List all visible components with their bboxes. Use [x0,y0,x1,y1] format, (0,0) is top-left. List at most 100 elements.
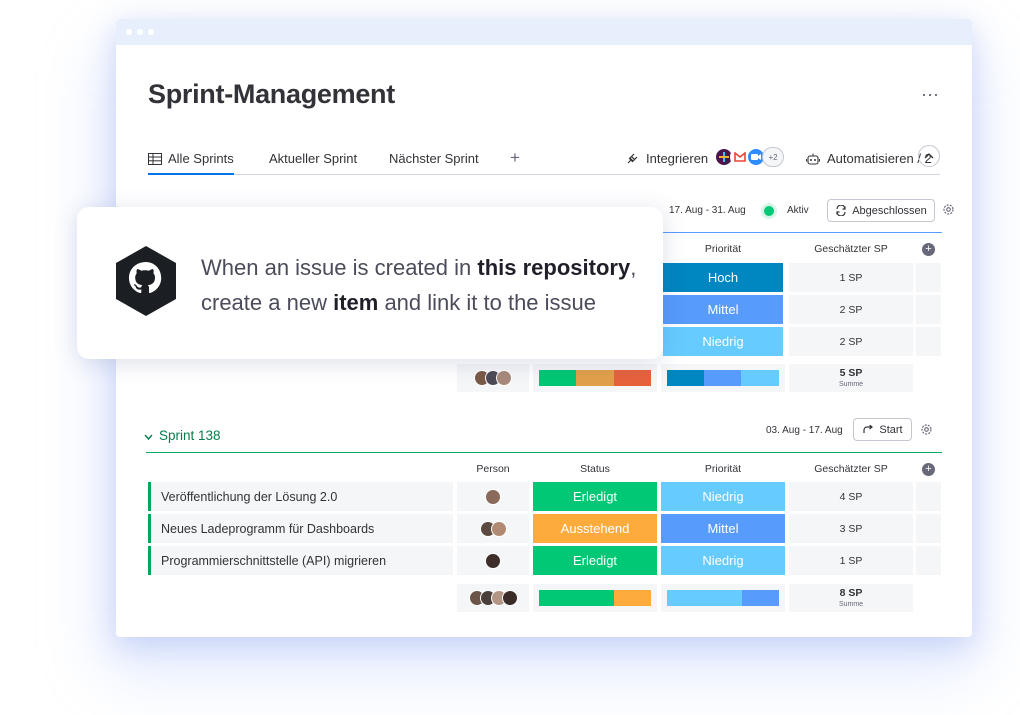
status-cell[interactable]: Erledigt [533,482,657,511]
active-status-dot [764,206,774,216]
group2-date-range: 03. Aug - 17. Aug [766,425,843,436]
tab-all-sprints[interactable]: Alle Sprints [148,151,234,175]
status-bar-stuck [614,370,651,386]
priority-distribution-bar [667,370,779,386]
page-title: Sprint-Management [148,79,395,109]
avatar [485,552,501,569]
recipe-repository-token[interactable]: this repository [477,255,630,280]
priority-cell[interactable]: Mittel [661,514,785,543]
priority-cell[interactable]: Niedrig [661,546,785,575]
complete-sprint-button[interactable]: Abgeschlossen [827,199,935,222]
complete-sprint-label: Abgeschlossen [852,204,927,217]
window-dot [126,29,132,35]
estimate-cell[interactable]: 1 SP [789,263,913,292]
status-cell[interactable]: Ausstehend [533,514,657,543]
sync-icon [836,205,846,216]
person-cell[interactable] [457,482,529,511]
window-dot [148,29,154,35]
priority-bar-high [667,370,704,386]
column-header-priority: Priorität [704,243,742,255]
gear-icon [943,204,954,215]
person-summary [457,584,529,612]
estimate-cell[interactable]: 4 SP [789,482,913,511]
automate-button[interactable]: Automatisieren / 2 [806,151,932,166]
table-icon [148,152,162,165]
estimate-cell[interactable]: 2 SP [789,327,913,356]
integration-apps[interactable]: +2 [714,147,784,167]
column-header-status: Status [580,463,610,475]
estimate-cell[interactable]: 3 SP [789,514,913,543]
avatar [485,488,501,505]
sp-total-label: Summe [838,381,864,388]
item-name-cell[interactable]: Neues Ladeprogramm für Dashboards [148,514,453,543]
status-bar-pending [575,370,615,386]
status-bar-done [539,590,615,606]
tab-next-sprint[interactable]: Nächster Sprint [389,151,479,166]
chevron-down-icon[interactable] [144,432,153,443]
priority-cell[interactable]: Niedrig [661,482,785,511]
avatar [501,590,518,606]
sp-total-value: 8 SP [839,587,863,599]
add-column-button[interactable]: + [922,463,935,476]
recipe-text: create a new [201,290,334,315]
group2-settings-button[interactable] [920,423,933,439]
group2-title[interactable]: Sprint 138 [159,428,221,443]
priority-bar-low [740,370,779,386]
tab-label: Nächster Sprint [389,151,479,166]
column-header-priority: Priorität [704,463,742,475]
tab-label: Alle Sprints [168,151,234,166]
status-bar-done [539,370,576,386]
recipe-item-token[interactable]: item [333,290,378,315]
status-bar-pending [614,590,651,606]
group2-sp-total: 8 SP Summe [789,584,913,612]
integrate-label: Integrieren [646,151,709,166]
status-distribution-bar [539,590,651,606]
avatar [496,370,512,386]
priority-cell[interactable]: Hoch [663,263,783,292]
add-column-button[interactable]: + [922,243,935,256]
priority-summary [661,584,785,612]
estimate-cell[interactable]: 1 SP [789,546,913,575]
group1-state: Aktiv [787,205,809,216]
group1-date-range: 17. Aug - 31. Aug [669,205,746,216]
redo-icon [863,424,874,433]
avatar [490,520,507,537]
integrate-button[interactable]: Integrieren [626,151,708,166]
status-summary [533,584,657,612]
sp-total-label: Summe [838,601,864,608]
tab-current-sprint[interactable]: Aktueller Sprint [269,151,357,166]
plug-icon [627,153,638,164]
recipe-text: and link it to the issue [378,290,597,315]
group1-sp-total: 5 SP Summe [789,364,913,392]
column-header-person: Person [476,463,510,475]
automate-label: Automatisieren / 2 [827,151,932,166]
integration-recipe-card[interactable]: When an issue is created in this reposit… [77,207,663,359]
gear-icon [921,424,932,435]
empty-cell [916,546,941,575]
priority-cell[interactable]: Mittel [663,295,783,324]
add-tab-button[interactable]: + [510,148,520,168]
recipe-text: When an issue is created in [201,255,478,280]
priority-bar-medium [742,590,779,606]
window-dot [137,29,143,35]
start-sprint-button[interactable]: Start [853,418,912,441]
empty-cell [916,295,941,324]
empty-cell [916,327,941,356]
more-menu-button[interactable]: ⋯ [921,85,940,106]
person-cell[interactable] [457,546,529,575]
sp-total-value: 5 SP [839,367,863,379]
recipe-text: , [630,255,637,280]
recipe-line-2: create a new item and link it to the iss… [201,285,636,320]
group1-settings-button[interactable] [942,203,955,219]
item-name-cell[interactable]: Programmierschnittstelle (API) migrieren [148,546,453,575]
robot-icon [806,153,820,165]
collapse-header-button[interactable] [918,145,940,167]
priority-cell[interactable]: Niedrig [663,327,783,356]
status-cell[interactable]: Erledigt [533,546,657,575]
status-summary [533,364,657,392]
priority-distribution-bar [667,590,779,606]
person-cell[interactable] [457,514,529,543]
status-distribution-bar [539,370,651,386]
item-name-cell[interactable]: Veröffentlichung der Lösung 2.0 [148,482,453,511]
estimate-cell[interactable]: 2 SP [789,295,913,324]
